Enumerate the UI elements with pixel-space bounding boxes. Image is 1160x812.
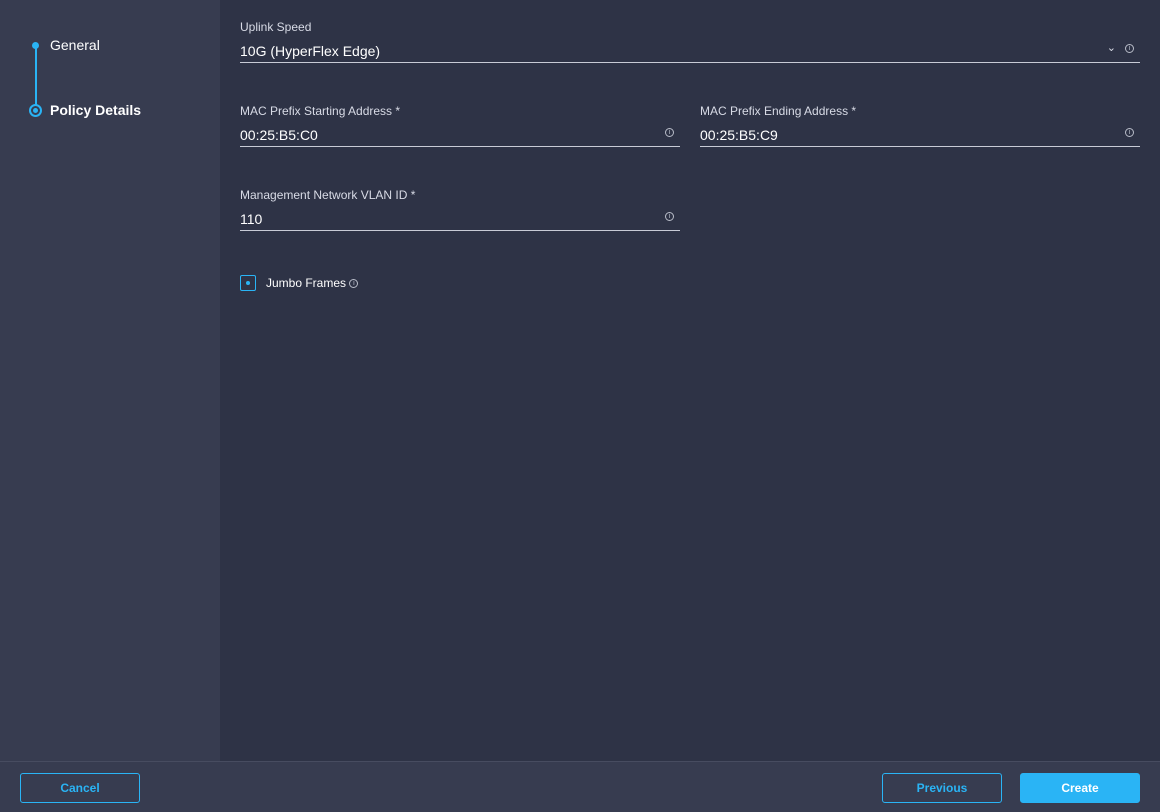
wizard-steps: General Policy Details: [0, 0, 220, 761]
step-connector: [35, 45, 37, 110]
vlan-label: Management Network VLAN ID *: [240, 188, 416, 202]
info-icon[interactable]: i: [665, 212, 674, 221]
vlan-value: 110: [240, 211, 263, 227]
mac-start-input[interactable]: 00:25:B5:C0 i: [240, 125, 680, 147]
info-icon[interactable]: i: [1125, 44, 1134, 53]
mac-end-value: 00:25:B5:C9: [700, 127, 778, 143]
mac-end-field: MAC Prefix Ending Address * 00:25:B5:C9 i: [700, 104, 1140, 147]
chevron-down-icon: ⌄: [1106, 42, 1116, 54]
vlan-input[interactable]: 110 i: [240, 209, 680, 231]
step-active-icon: [29, 104, 42, 117]
jumbo-frames-label: Jumbo Frames i: [266, 276, 359, 290]
uplink-speed-select[interactable]: 10G (HyperFlex Edge) ⌄ i: [240, 41, 1140, 63]
step-dot-icon: [32, 42, 39, 49]
jumbo-frames-text: Jumbo Frames: [266, 276, 347, 290]
policy-form: Uplink Speed 10G (HyperFlex Edge) ⌄ i MAC …: [220, 0, 1160, 761]
mac-end-label: MAC Prefix Ending Address *: [700, 104, 857, 118]
info-icon[interactable]: i: [349, 279, 359, 289]
jumbo-frames-checkbox[interactable]: [240, 275, 256, 291]
info-icon[interactable]: i: [1125, 128, 1134, 137]
uplink-speed-field: Uplink Speed 10G (HyperFlex Edge) ⌄ i: [240, 20, 1140, 63]
cancel-button[interactable]: Cancel: [20, 773, 140, 803]
mac-start-field: MAC Prefix Starting Address * 00:25:B5:C…: [240, 104, 680, 147]
step-general[interactable]: General: [50, 37, 100, 53]
info-icon[interactable]: i: [665, 128, 674, 137]
footer: Cancel Previous Create: [0, 761, 1160, 812]
uplink-speed-value: 10G (HyperFlex Edge): [240, 43, 381, 59]
mac-start-value: 00:25:B5:C0: [240, 127, 318, 143]
previous-button[interactable]: Previous: [882, 773, 1002, 803]
mac-start-label: MAC Prefix Starting Address *: [240, 104, 401, 118]
mac-end-input[interactable]: 00:25:B5:C9 i: [700, 125, 1140, 147]
vlan-field: Management Network VLAN ID * 110 i: [240, 188, 680, 231]
create-button[interactable]: Create: [1020, 773, 1140, 803]
step-policy-details[interactable]: Policy Details: [50, 102, 141, 118]
uplink-speed-label: Uplink Speed: [240, 20, 312, 34]
